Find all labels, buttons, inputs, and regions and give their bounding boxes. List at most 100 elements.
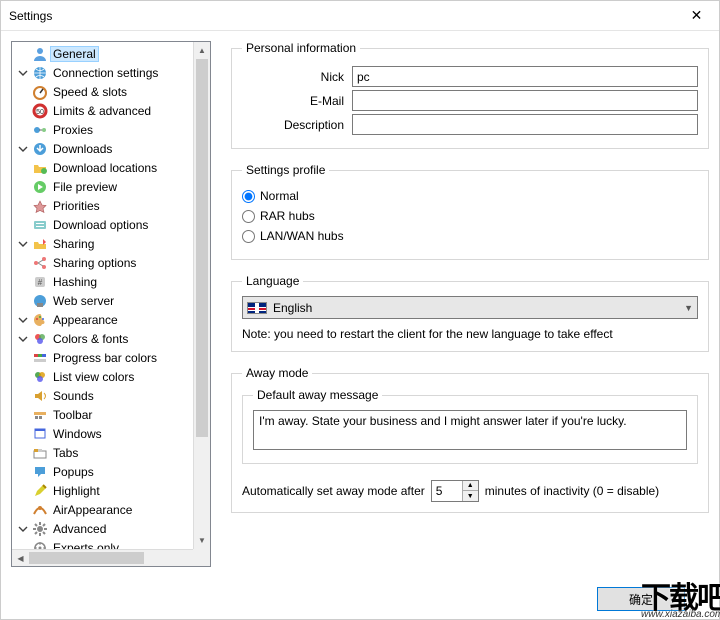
options-icon xyxy=(32,217,48,233)
share-icon xyxy=(32,236,48,252)
tree-item-dl-locations[interactable]: Download locations xyxy=(12,158,210,177)
scroll-left-icon[interactable]: ◀ xyxy=(12,550,29,566)
tree-label: Proxies xyxy=(50,122,96,138)
group-legend: Language xyxy=(242,274,303,288)
tree-item-speed[interactable]: Speed & slots xyxy=(12,82,210,101)
tree-label: Progress bar colors xyxy=(50,350,160,366)
horizontal-scrollbar[interactable]: ◀ ▶ xyxy=(12,549,210,566)
tabs-icon xyxy=(32,445,48,461)
tree-label: Limits & advanced xyxy=(50,103,154,119)
tree-label: File preview xyxy=(50,179,120,195)
language-value: English xyxy=(273,301,312,315)
tree-item-hashing[interactable]: # Hashing xyxy=(12,272,210,291)
auto-away-label-after: minutes of inactivity (0 = disable) xyxy=(485,484,659,498)
tree-item-limits[interactable]: 50 Limits & advanced xyxy=(12,101,210,120)
tree-item-sharing[interactable]: Sharing xyxy=(12,234,210,253)
language-group: Language English ▼ Note: you need to res… xyxy=(231,274,709,352)
profile-lanwan-radio[interactable]: LAN/WAN hubs xyxy=(242,229,698,243)
collapse-icon[interactable] xyxy=(16,237,30,251)
tree-item-webserver[interactable]: Web server xyxy=(12,291,210,310)
window-title: Settings xyxy=(9,9,52,23)
email-label: E-Mail xyxy=(242,94,352,108)
spinner-up-icon[interactable]: ▲ xyxy=(463,481,478,491)
tree-item-air-appearance[interactable]: AirAppearance xyxy=(12,500,210,519)
air-icon xyxy=(32,502,48,518)
group-legend: Personal information xyxy=(242,41,360,55)
tree-item-sounds[interactable]: Sounds xyxy=(12,386,210,405)
tree-item-progressbar-colors[interactable]: Progress bar colors xyxy=(12,348,210,367)
scroll-thumb[interactable] xyxy=(29,552,144,564)
collapse-icon[interactable] xyxy=(16,142,30,156)
tree-label: Download locations xyxy=(50,160,160,176)
tree-item-downloads[interactable]: Downloads xyxy=(12,139,210,158)
scroll-down-icon[interactable]: ▼ xyxy=(194,532,210,549)
email-input[interactable] xyxy=(352,90,698,111)
profile-rar-radio[interactable]: RAR hubs xyxy=(242,209,698,223)
highlight-icon xyxy=(32,483,48,499)
radio-input[interactable] xyxy=(242,230,255,243)
collapse-icon[interactable] xyxy=(16,313,30,327)
proxy-icon xyxy=(32,122,48,138)
tree-label: Hashing xyxy=(50,274,100,290)
auto-away-label-before: Automatically set away mode after xyxy=(242,484,425,498)
tree-label: Toolbar xyxy=(50,407,95,423)
priorities-icon xyxy=(32,198,48,214)
profile-normal-radio[interactable]: Normal xyxy=(242,189,698,203)
tree-label: AirAppearance xyxy=(50,502,135,518)
tree-label: Download options xyxy=(50,217,151,233)
nick-label: Nick xyxy=(242,70,352,84)
tree-item-priorities[interactable]: Priorities xyxy=(12,196,210,215)
tree-label: Downloads xyxy=(50,141,115,157)
scroll-thumb[interactable] xyxy=(196,59,208,437)
close-icon: ✕ xyxy=(691,7,703,24)
tree-label: List view colors xyxy=(50,369,137,385)
tree-item-highlight[interactable]: Highlight xyxy=(12,481,210,500)
tree-item-toolbar[interactable]: Toolbar xyxy=(12,405,210,424)
tree-item-popups[interactable]: Popups xyxy=(12,462,210,481)
away-mode-group: Away mode Default away message Automatic… xyxy=(231,366,709,513)
tree-item-file-preview[interactable]: File preview xyxy=(12,177,210,196)
tree-item-colors-fonts[interactable]: Colors & fonts xyxy=(12,329,210,348)
collapse-icon[interactable] xyxy=(16,66,30,80)
user-icon xyxy=(32,46,48,62)
flag-uk-icon xyxy=(247,302,267,314)
collapse-icon[interactable] xyxy=(16,522,30,536)
tree-label: Advanced xyxy=(50,521,109,537)
list-colors-icon xyxy=(32,369,48,385)
away-message-input[interactable] xyxy=(253,410,687,450)
radio-input[interactable] xyxy=(242,210,255,223)
tree-item-sharing-options[interactable]: Sharing options xyxy=(12,253,210,272)
titlebar: Settings ✕ xyxy=(1,1,719,31)
tree-item-advanced[interactable]: Advanced xyxy=(12,519,210,538)
spinner-down-icon[interactable]: ▼ xyxy=(463,491,478,501)
tree-item-general[interactable]: General xyxy=(12,44,210,63)
language-select[interactable]: English ▼ xyxy=(242,296,698,319)
tree-item-connection[interactable]: Connection settings xyxy=(12,63,210,82)
tree-item-dl-options[interactable]: Download options xyxy=(12,215,210,234)
tree-item-windows[interactable]: Windows xyxy=(12,424,210,443)
collapse-icon[interactable] xyxy=(16,332,30,346)
settings-form: Personal information Nick E-Mail Descrip… xyxy=(231,41,709,613)
default-away-message-group: Default away message xyxy=(242,388,698,464)
gear-icon xyxy=(32,521,48,537)
tree-item-proxies[interactable]: Proxies xyxy=(12,120,210,139)
nick-input[interactable] xyxy=(352,66,698,87)
settings-tree[interactable]: General Connection settings Speed & slot… xyxy=(12,42,210,566)
description-input[interactable] xyxy=(352,114,698,135)
settings-profile-group: Settings profile Normal RAR hubs LAN/WAN… xyxy=(231,163,709,260)
scroll-up-icon[interactable]: ▲ xyxy=(194,42,210,59)
group-legend: Default away message xyxy=(253,388,382,402)
tree-label: Priorities xyxy=(50,198,103,214)
away-minutes-input[interactable] xyxy=(432,481,462,501)
tree-item-tabs[interactable]: Tabs xyxy=(12,443,210,462)
radio-input[interactable] xyxy=(242,190,255,203)
tree-item-listview-colors[interactable]: List view colors xyxy=(12,367,210,386)
ok-button[interactable]: 确定 xyxy=(597,587,685,611)
away-minutes-spinner[interactable]: ▲ ▼ xyxy=(431,480,479,502)
toolbar-icon xyxy=(32,407,48,423)
group-legend: Settings profile xyxy=(242,163,329,177)
window-close-button[interactable]: ✕ xyxy=(674,1,719,31)
tree-item-appearance[interactable]: Appearance xyxy=(12,310,210,329)
radio-label: Normal xyxy=(260,189,299,203)
vertical-scrollbar[interactable]: ▲ ▼ xyxy=(193,42,210,549)
